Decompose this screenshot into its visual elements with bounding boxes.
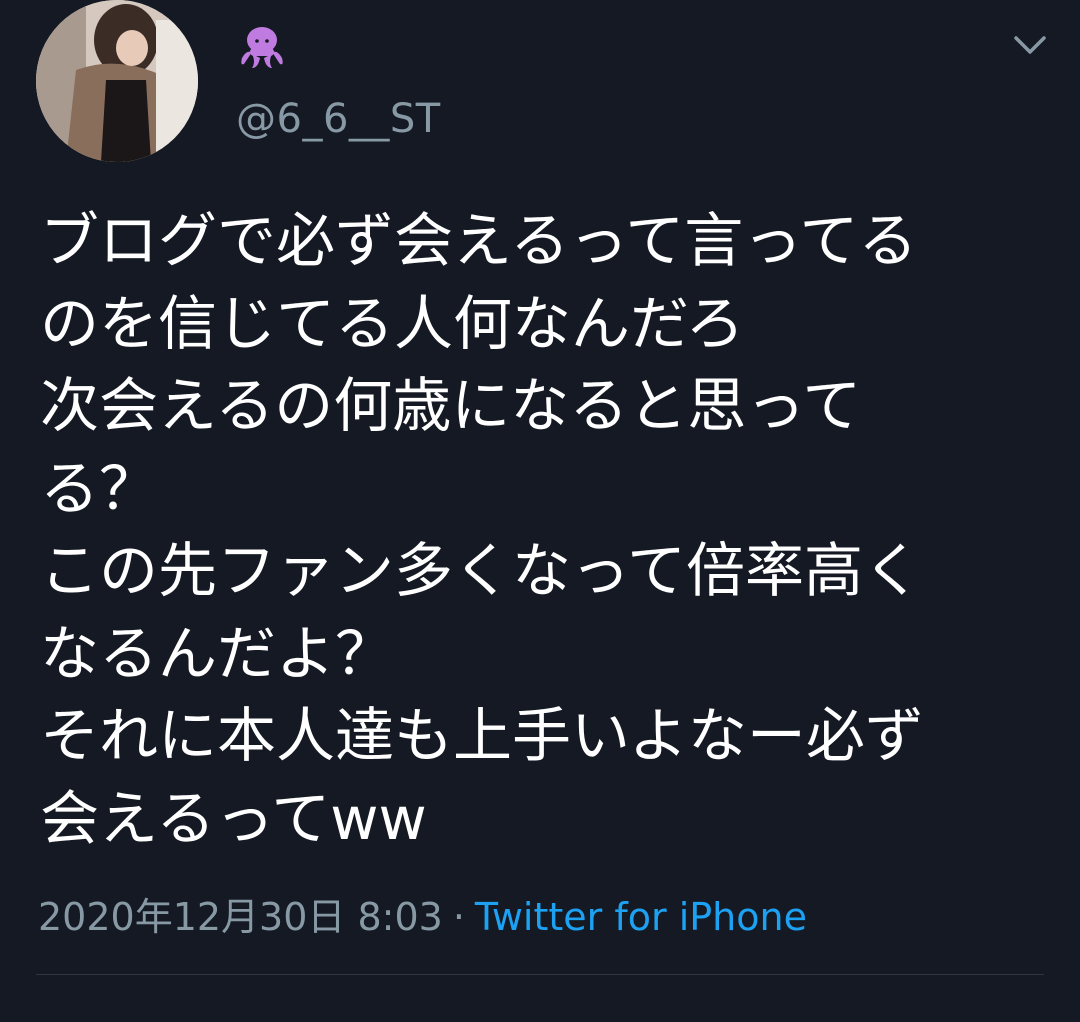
tweet-source-link[interactable]: Twitter for iPhone [475, 895, 807, 939]
tweet-detail: @6_6__ST ブログで必ず会えるって言ってる のを信じてる人何なんだろ 次会… [0, 0, 1080, 1022]
tweet-text-line: 会えるってww [40, 783, 427, 853]
tweet-timestamp[interactable]: 2020年12月30日 8:03 [38, 895, 443, 939]
tweet-text-line: それに本人達も上手いよなー必ず [40, 701, 924, 770]
tweet-text-line: なるんだよ？ [40, 618, 395, 688]
tweet-text-line: この先ファン多くなって倍率高く [40, 536, 923, 605]
tweet-meta: 2020年12月30日 8:03 · Twitter for iPhone [38, 886, 807, 941]
user-handle[interactable]: @6_6__ST [236, 96, 441, 142]
meta-separator: · [452, 895, 465, 939]
tweet-text-line: ブログで必ず会えるって言ってる [40, 206, 918, 275]
tweet-text-line: 次会えるの何歳になると思って [40, 371, 862, 440]
avatar-photo [36, 0, 198, 162]
tweet-text: ブログで必ず会えるって言ってる のを信じてる人何なんだろ 次会えるの何歳になると… [40, 200, 1050, 860]
octopus-icon [234, 24, 290, 72]
divider [36, 974, 1044, 975]
tweet-text-line: る？ [40, 453, 159, 523]
chevron-down-icon[interactable] [1010, 28, 1050, 60]
avatar[interactable] [36, 0, 198, 162]
tweet-text-line: のを信じてる人何なんだろ [40, 288, 745, 358]
